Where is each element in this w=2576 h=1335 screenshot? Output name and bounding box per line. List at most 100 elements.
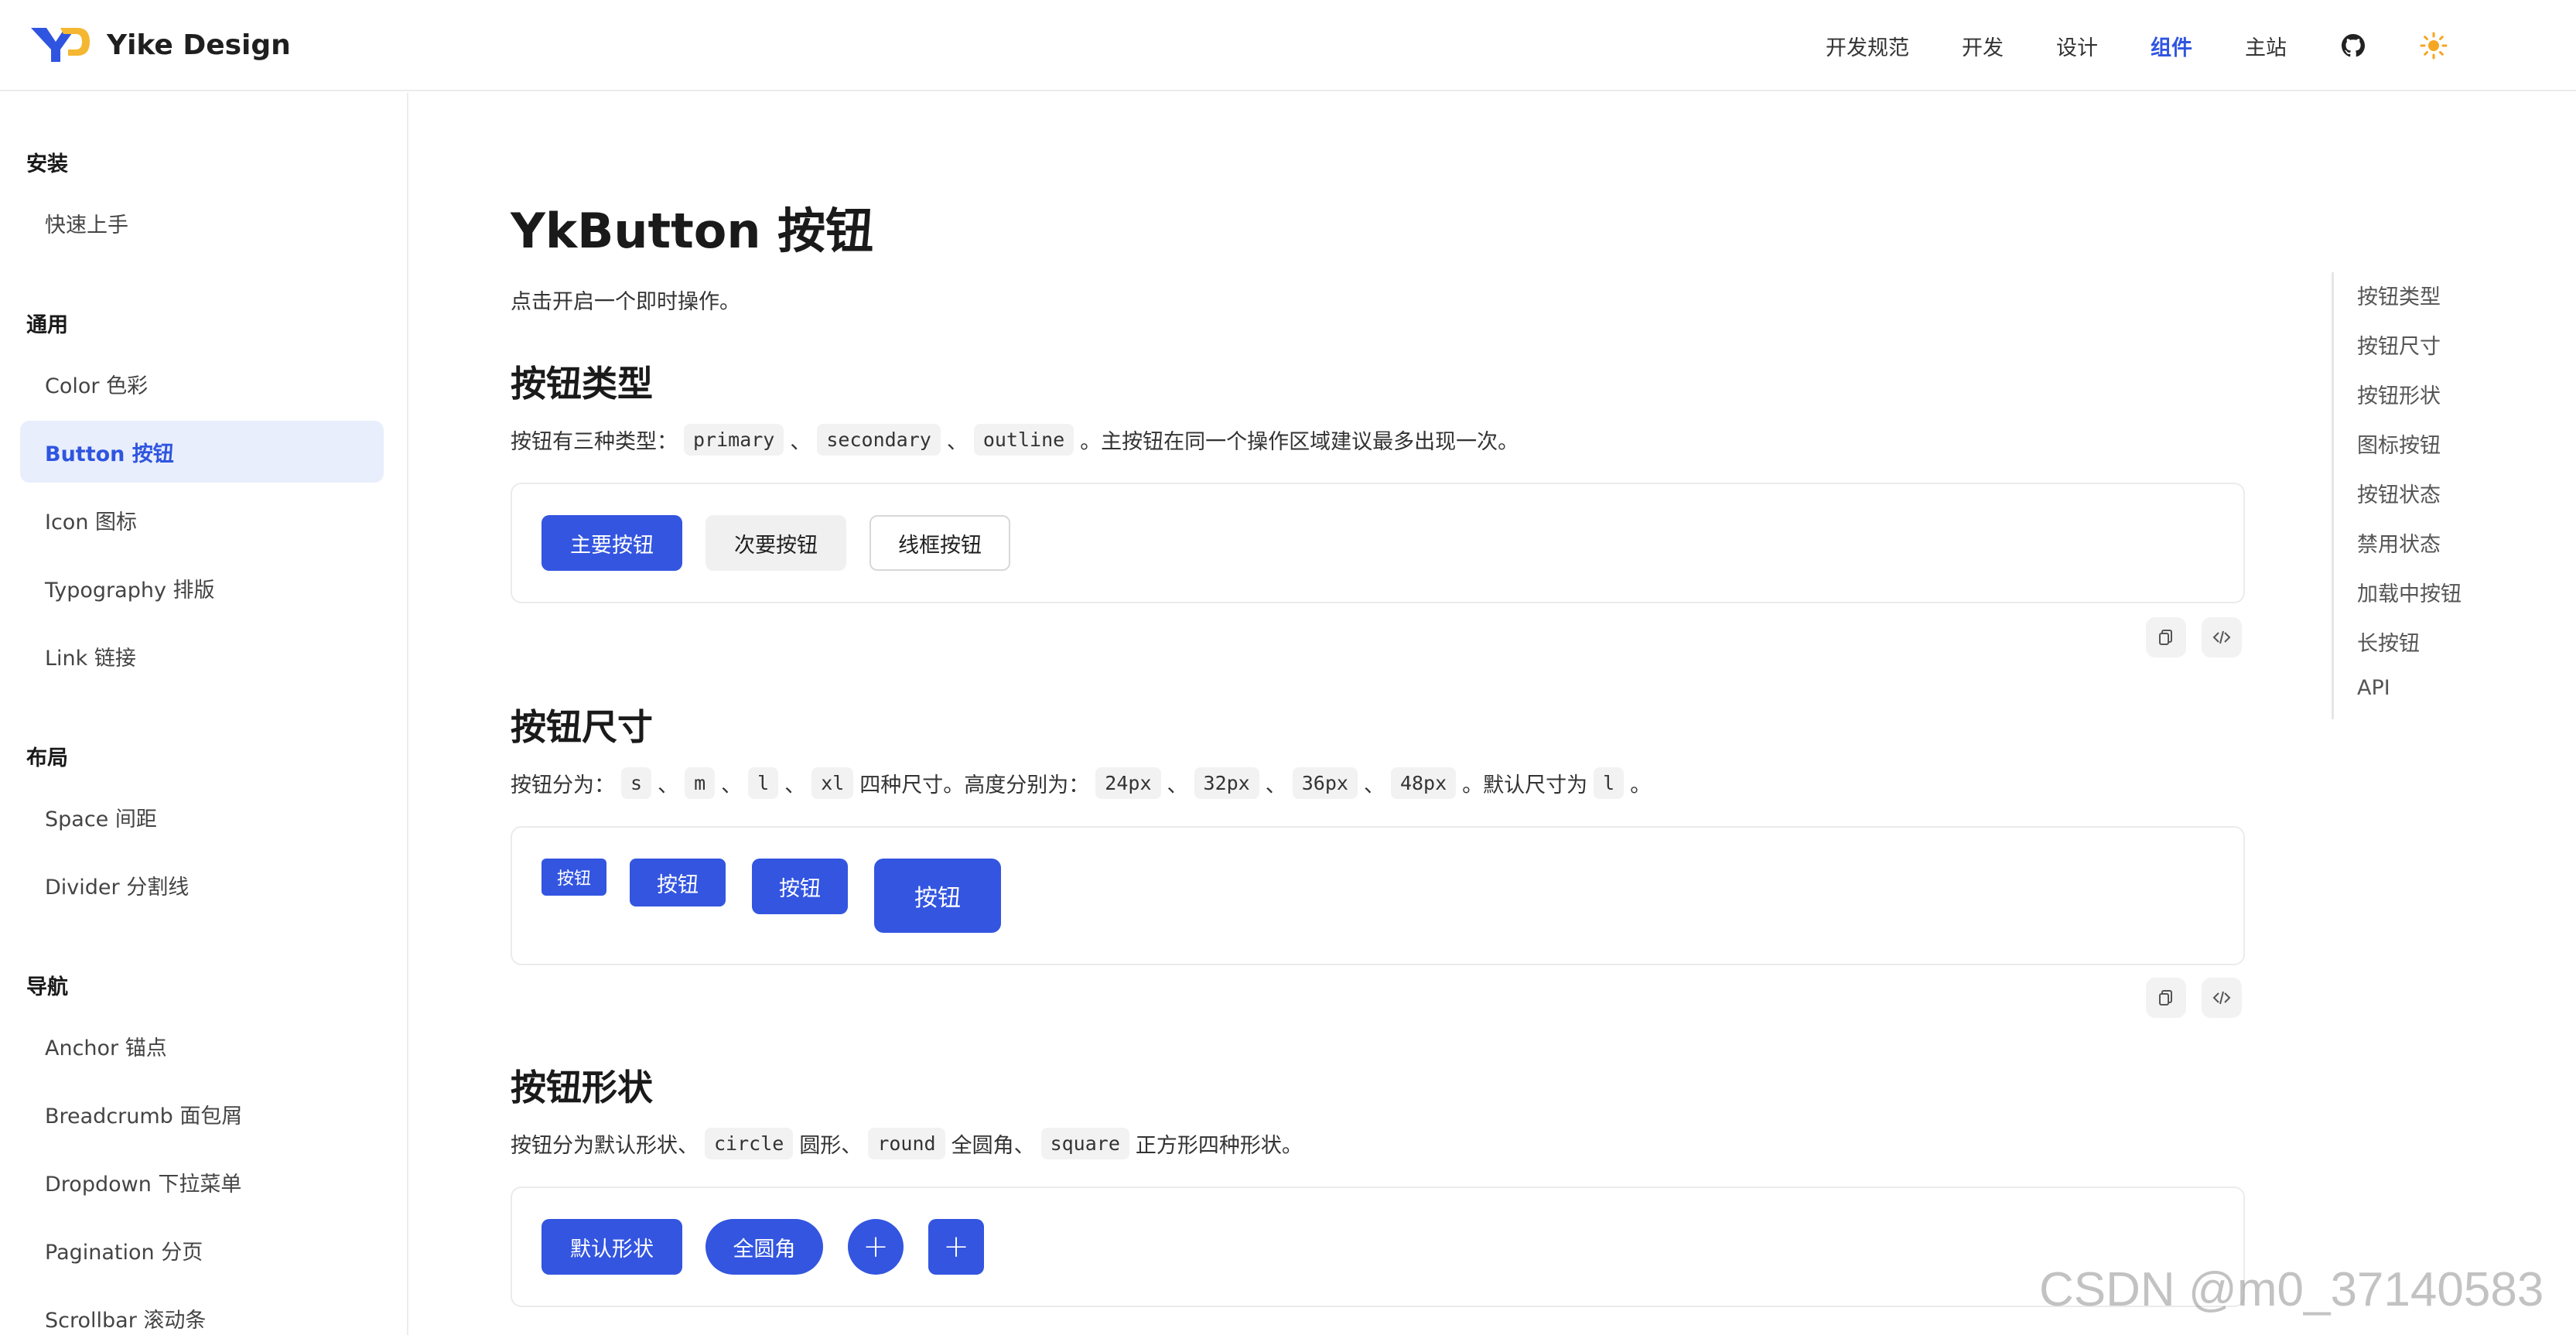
anchor-icon-buttons[interactable]: 图标按钮 — [2357, 428, 2441, 459]
demo-box-shapes: 默认形状 全圆角 + + — [511, 1186, 2245, 1307]
desc-sep: 、 — [946, 430, 968, 454]
desc-sep: 、 — [1265, 773, 1286, 797]
anchor-api[interactable]: API — [2357, 676, 2390, 700]
outline-button[interactable]: 线框按钮 — [869, 515, 1010, 571]
sidebar-item-scrollbar[interactable]: Scrollbar 滚动条 — [20, 1287, 384, 1335]
nav-components[interactable]: 组件 — [2151, 31, 2192, 61]
code-default-l: l — [1594, 767, 1625, 799]
desc-sep: 、 — [784, 773, 806, 797]
section-desc-sizes: 按钮分为： s 、 m 、 l 、 xl 四种尺寸。高度分别为： 24px 、 … — [511, 767, 1651, 799]
section-title-shapes: 按钮形状 — [511, 1067, 653, 1108]
sidebar-item-link[interactable]: Link 链接 — [20, 625, 384, 687]
sidebar-item-breadcrumb[interactable]: Breadcrumb 面包屑 — [20, 1083, 384, 1145]
code-outline: outline — [973, 424, 1074, 456]
sidebar-group-layout: 布局 — [26, 746, 68, 770]
anchor-navigation: 按钮类型 按钮尺寸 按钮形状 图标按钮 按钮状态 禁用状态 加载中按钮 长按钮 … — [2332, 272, 2533, 719]
copy-code-button[interactable] — [2146, 617, 2186, 657]
demo-box-sizes: 按钮 按钮 按钮 按钮 — [511, 826, 2245, 965]
desc-text: 。默认尺寸为 — [1462, 773, 1588, 797]
code-36px: 36px — [1292, 767, 1358, 799]
sidebar-item-divider[interactable]: Divider 分割线 — [20, 854, 384, 916]
code-m: m — [685, 767, 716, 799]
sidebar-group-navigation: 导航 — [26, 975, 68, 999]
default-shape-button[interactable]: 默认形状 — [542, 1219, 682, 1275]
demo-box-types: 主要按钮 次要按钮 线框按钮 — [511, 483, 2245, 603]
square-plus-button[interactable]: + — [928, 1219, 984, 1275]
desc-sep: 、 — [1363, 773, 1385, 797]
circle-plus-button[interactable]: + — [848, 1219, 904, 1275]
sidebar-item-button[interactable]: Button 按钮 — [20, 421, 384, 483]
desc-sep: 、 — [721, 773, 743, 797]
nav-main-site[interactable]: 主站 — [2245, 31, 2287, 61]
secondary-button[interactable]: 次要按钮 — [705, 515, 846, 571]
button-size-m[interactable]: 按钮 — [630, 859, 726, 907]
sidebar-item-color[interactable]: Color 色彩 — [20, 353, 384, 415]
page-title: YkButton 按钮 — [511, 203, 874, 259]
sidebar-item-anchor[interactable]: Anchor 锚点 — [20, 1015, 384, 1077]
github-icon[interactable] — [2339, 32, 2367, 60]
show-code-button[interactable] — [2202, 978, 2242, 1018]
sidebar-group-general: 通用 — [26, 313, 68, 337]
page-description: 点击开启一个即时操作。 — [511, 290, 740, 314]
desc-text: 按钮有三种类型： — [511, 430, 678, 454]
sidebar-group-install: 安装 — [26, 152, 68, 176]
desc-text: 四种尺寸。高度分别为： — [859, 773, 1090, 797]
code-48px: 48px — [1390, 767, 1457, 799]
sidebar-item-quickstart[interactable]: 快速上手 — [20, 192, 384, 254]
code-square: square — [1040, 1128, 1129, 1159]
section-desc-types: 按钮有三种类型： primary 、 secondary 、 outline 。… — [511, 424, 1519, 456]
button-size-l[interactable]: 按钮 — [752, 859, 848, 914]
code-icon — [2212, 630, 2231, 644]
watermark: CSDN @m0_37140583 — [2039, 1263, 2544, 1316]
sidebar-item-pagination[interactable]: Pagination 分页 — [20, 1219, 384, 1281]
sidebar: 安装 快速上手 通用 Color 色彩 Button 按钮 Icon 图标 Ty… — [0, 93, 408, 1335]
anchor-button-states[interactable]: 按钮状态 — [2357, 478, 2441, 508]
section-desc-shapes: 按钮分为默认形状、 circle 圆形、 round 全圆角、 square 正… — [511, 1128, 1303, 1159]
desc-text: 圆形、 — [799, 1134, 863, 1158]
button-size-xl[interactable]: 按钮 — [874, 859, 1001, 933]
anchor-button-types[interactable]: 按钮类型 — [2357, 280, 2441, 310]
code-icon — [2212, 991, 2231, 1005]
nav-develop[interactable]: 开发 — [1962, 31, 2004, 61]
sun-theme-toggle-icon[interactable] — [2420, 32, 2448, 60]
desc-sep: 、 — [658, 773, 679, 797]
sidebar-item-typography[interactable]: Typography 排版 — [20, 557, 384, 619]
nav-design[interactable]: 设计 — [2056, 31, 2098, 61]
section-title-sizes: 按钮尺寸 — [511, 706, 653, 748]
anchor-loading-button[interactable]: 加载中按钮 — [2357, 577, 2462, 607]
brand-logo-link[interactable]: Yike Design — [29, 23, 291, 67]
desc-text: 全圆角、 — [951, 1134, 1035, 1158]
anchor-disabled-state[interactable]: 禁用状态 — [2357, 528, 2441, 558]
anchor-long-button[interactable]: 长按钮 — [2357, 627, 2420, 657]
copy-icon — [2159, 630, 2172, 645]
code-circle: circle — [705, 1128, 794, 1159]
top-navigation: 开发规范 开发 设计 组件 主站 — [1826, 0, 2448, 91]
primary-button[interactable]: 主要按钮 — [542, 515, 682, 571]
code-round: round — [868, 1128, 945, 1159]
code-secondary: secondary — [817, 424, 941, 456]
brand-name: Yike Design — [107, 29, 291, 61]
show-code-button[interactable] — [2202, 617, 2242, 657]
nav-dev-spec[interactable]: 开发规范 — [1826, 31, 1909, 61]
copy-code-button[interactable] — [2146, 978, 2186, 1018]
round-shape-button[interactable]: 全圆角 — [705, 1219, 823, 1275]
sidebar-item-icon[interactable]: Icon 图标 — [20, 489, 384, 551]
code-primary: primary — [684, 424, 784, 456]
code-32px: 32px — [1194, 767, 1259, 799]
desc-text: 按钮分为默认形状、 — [511, 1134, 699, 1158]
anchor-button-shapes[interactable]: 按钮形状 — [2357, 379, 2441, 409]
anchor-button-sizes[interactable]: 按钮尺寸 — [2357, 329, 2441, 360]
code-s: s — [621, 767, 652, 799]
section-title-types: 按钮类型 — [511, 363, 653, 405]
desc-sep: 、 — [1167, 773, 1188, 797]
desc-text: 。主按钮在同一个操作区域建议最多出现一次。 — [1080, 430, 1519, 454]
desc-sep: 、 — [790, 430, 811, 454]
yike-logo-icon — [31, 28, 90, 62]
copy-icon — [2159, 990, 2172, 1006]
main-content: YkButton 按钮 点击开启一个即时操作。 按钮类型 按钮有三种类型： pr… — [511, 91, 2245, 1335]
sidebar-item-space[interactable]: Space 间距 — [20, 786, 384, 848]
button-size-s[interactable]: 按钮 — [542, 859, 606, 896]
sidebar-item-dropdown[interactable]: Dropdown 下拉菜单 — [20, 1151, 384, 1213]
code-24px: 24px — [1095, 767, 1161, 799]
desc-text: 。 — [1630, 773, 1652, 797]
